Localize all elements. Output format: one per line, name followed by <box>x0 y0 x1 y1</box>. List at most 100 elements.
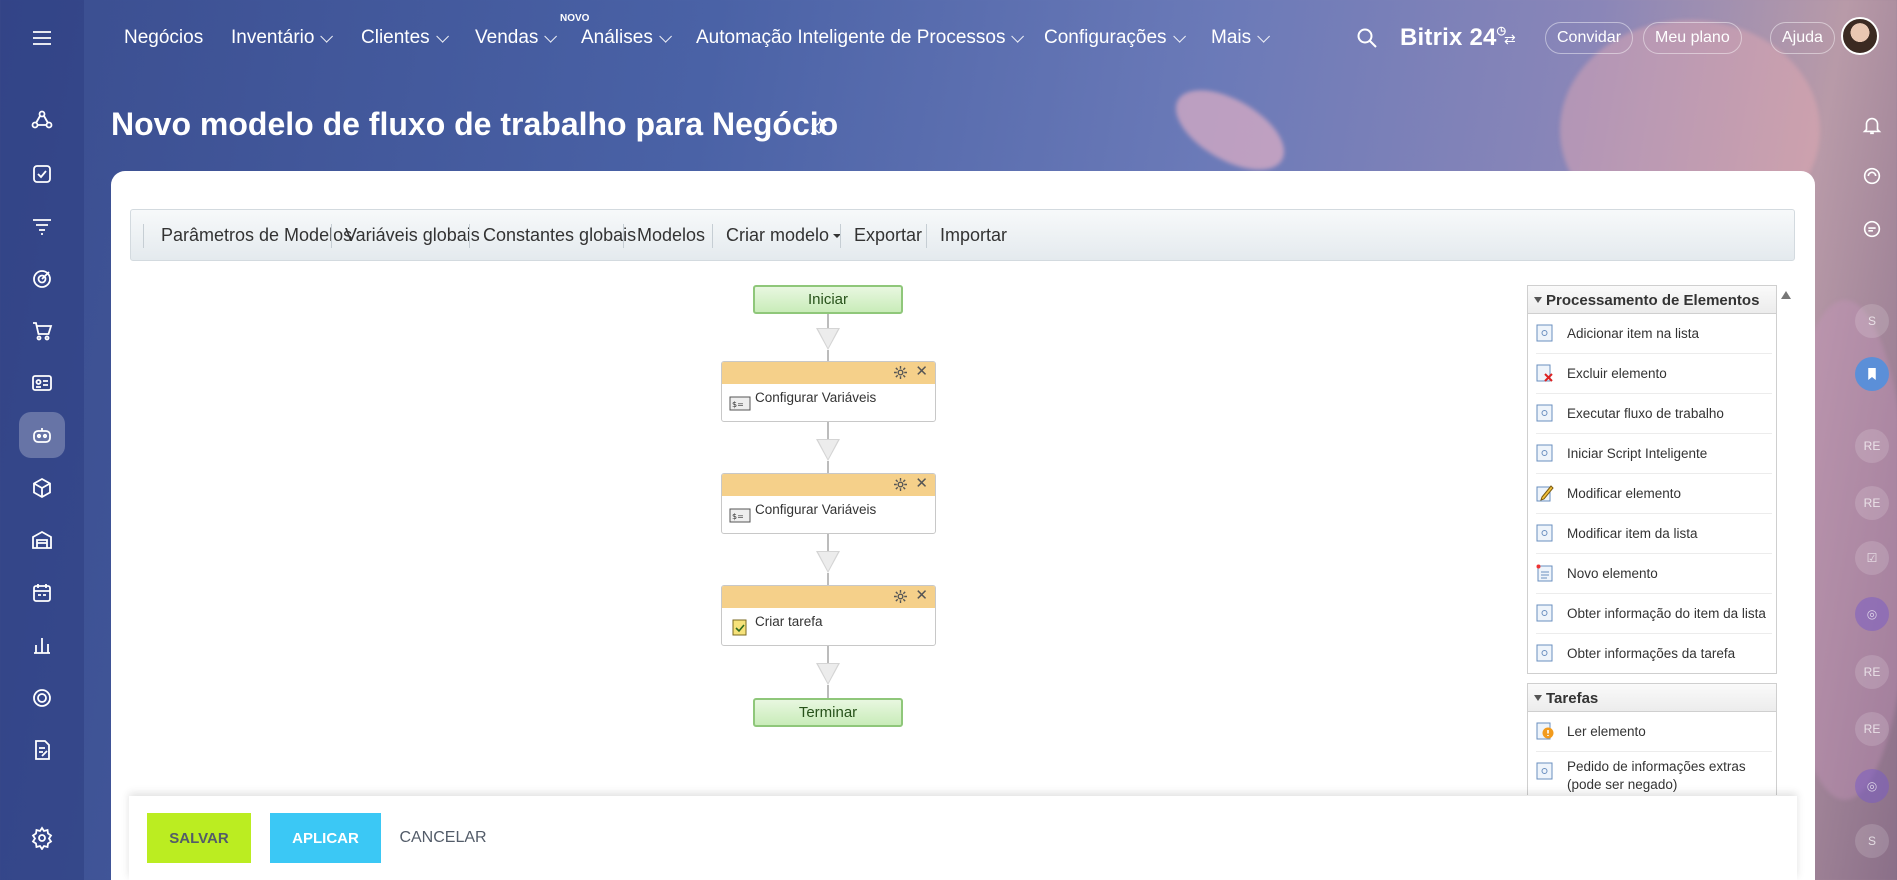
nav-mais[interactable]: Mais <box>1211 27 1271 49</box>
toolbar-separator <box>712 224 713 248</box>
avatar[interactable] <box>1841 17 1879 55</box>
gear-icon[interactable] <box>894 478 907 491</box>
warehouse-icon[interactable] <box>19 517 65 563</box>
template-parameters-button[interactable]: Parâmetros de Modelos <box>161 225 352 246</box>
document-sign-icon[interactable] <box>19 727 65 773</box>
chevron-down-icon <box>320 29 334 43</box>
bookmark-icon[interactable] <box>1855 357 1889 391</box>
variables-icon: $= <box>729 396 751 411</box>
flow-arrow-icon <box>816 663 840 685</box>
rail-user-badge[interactable]: RE <box>1855 486 1889 520</box>
end-node[interactable]: Terminar <box>753 698 903 727</box>
activity-block[interactable]: ✕ Criar tarefa <box>721 585 936 646</box>
right-rail: S RE RE ☑ ◎ RE RE ◎ S <box>1845 74 1897 880</box>
bell-icon[interactable] <box>1855 108 1889 142</box>
list-item[interactable]: Adicionar item na lista <box>1536 314 1772 354</box>
search-icon[interactable] <box>1356 27 1378 49</box>
close-icon[interactable]: ✕ <box>915 363 928 381</box>
settings-icon[interactable] <box>19 815 65 861</box>
nav-configuracoes[interactable]: Configurações <box>1044 27 1186 49</box>
target-icon[interactable] <box>19 256 65 302</box>
toolbar-separator <box>840 224 841 248</box>
activity-header: ✕ <box>722 586 935 608</box>
tasks-icon[interactable] <box>19 151 65 197</box>
nav-automacao[interactable]: Automação Inteligente de Processos <box>696 27 1025 49</box>
list-item[interactable]: Modificar item da lista <box>1536 514 1772 554</box>
rail-user-badge[interactable]: RE <box>1855 429 1889 463</box>
checklist-icon[interactable]: ☑ <box>1855 541 1889 575</box>
nav-negocios[interactable]: Negócios <box>124 27 203 49</box>
nav-analises[interactable]: Análises <box>581 27 672 49</box>
automation-robot-icon[interactable] <box>19 412 65 458</box>
activity-block[interactable]: ✕ $= Configurar Variáveis <box>721 473 936 534</box>
chat-icon[interactable] <box>1855 212 1889 246</box>
cancel-button[interactable]: CANCELAR <box>399 813 486 863</box>
workflow-editor-card: Parâmetros de Modelos Variáveis globais … <box>111 171 1815 880</box>
chevron-down-icon <box>1257 29 1271 43</box>
gear-icon[interactable] <box>894 366 907 379</box>
open-channel-icon[interactable]: ◎ <box>1855 769 1889 803</box>
list-item[interactable]: Iniciar Script Inteligente <box>1536 434 1772 474</box>
rail-user-badge[interactable]: RE <box>1855 712 1889 746</box>
chevron-down-icon <box>435 29 449 43</box>
list-icon <box>1536 604 1553 622</box>
list-item[interactable]: Ler elemento <box>1536 712 1772 752</box>
list-item[interactable]: Pedido de informações extras (pode ser n… <box>1536 752 1772 795</box>
nav-inventario[interactable]: Inventário <box>231 27 334 49</box>
list-item[interactable]: Excluir elemento <box>1536 354 1772 394</box>
close-icon[interactable]: ✕ <box>915 475 928 493</box>
calendar-icon[interactable] <box>19 570 65 616</box>
global-constants-button[interactable]: Constantes globais <box>483 225 636 246</box>
cart-icon[interactable] <box>19 308 65 354</box>
close-icon[interactable]: ✕ <box>915 587 928 605</box>
crm-icon[interactable] <box>19 98 65 144</box>
list-item[interactable]: Modificar elemento <box>1536 474 1772 514</box>
flow-arrow-icon <box>816 551 840 573</box>
dial-icon[interactable] <box>1855 159 1889 193</box>
save-button[interactable]: SALVAR <box>147 813 251 863</box>
export-button[interactable]: Exportar <box>854 225 922 246</box>
list-item[interactable]: Obter informações da tarefa <box>1536 634 1772 674</box>
flow-arrow-icon <box>816 439 840 461</box>
templates-button[interactable]: Modelos <box>637 225 705 246</box>
nav-clientes[interactable]: Clientes <box>361 27 449 49</box>
list-item-label: Executar fluxo de trabalho <box>1567 406 1724 421</box>
scroll-up-arrow[interactable] <box>1781 291 1791 299</box>
rail-user-badge[interactable]: RE <box>1855 655 1889 689</box>
chevron-down-icon <box>544 29 558 43</box>
list-item[interactable]: Executar fluxo de trabalho <box>1536 394 1772 434</box>
import-button[interactable]: Importar <box>940 225 1007 246</box>
open-channel-icon[interactable]: ◎ <box>1855 597 1889 631</box>
rail-user-badge[interactable]: S <box>1855 304 1889 338</box>
chevron-down-icon <box>1011 29 1025 43</box>
group-header-tasks[interactable]: Tarefas <box>1527 683 1777 712</box>
funnel-icon[interactable] <box>19 203 65 249</box>
rail-user-badge[interactable]: S <box>1855 824 1889 858</box>
marketplace-icon[interactable] <box>19 675 65 721</box>
svg-text:$=: $= <box>732 400 744 409</box>
pin-icon[interactable] <box>810 117 828 135</box>
help-button[interactable]: Ajuda <box>1770 22 1835 54</box>
analytics-icon[interactable] <box>19 622 65 668</box>
apply-button[interactable]: APLICAR <box>270 813 381 863</box>
list-icon <box>1536 404 1553 422</box>
swap-icon[interactable]: ⇄ <box>1504 31 1516 48</box>
gear-icon[interactable] <box>894 590 907 603</box>
list-item[interactable]: Novo elemento <box>1536 554 1772 594</box>
menu-icon[interactable] <box>19 15 65 61</box>
nav-vendas[interactable]: Vendas <box>475 27 558 49</box>
my-plan-button[interactable]: Meu plano <box>1643 22 1742 54</box>
activity-block[interactable]: ✕ $= Configurar Variáveis <box>721 361 936 422</box>
flow-arrow-icon <box>816 328 840 350</box>
contact-card-icon[interactable] <box>19 360 65 406</box>
start-node[interactable]: Iniciar <box>753 285 903 314</box>
create-template-dropdown[interactable]: Criar modelo <box>726 225 842 246</box>
brand-logo[interactable]: Bitrix 24◷ <box>1400 24 1506 52</box>
group-header-processing[interactable]: Processamento de Elementos <box>1527 285 1777 314</box>
global-variables-button[interactable]: Variáveis globais <box>345 225 480 246</box>
package-icon[interactable] <box>19 465 65 511</box>
list-icon <box>1536 644 1553 662</box>
chevron-down-icon <box>659 29 672 43</box>
list-item[interactable]: Obter informação do item da lista <box>1536 594 1772 634</box>
invite-button[interactable]: Convidar <box>1545 22 1634 54</box>
